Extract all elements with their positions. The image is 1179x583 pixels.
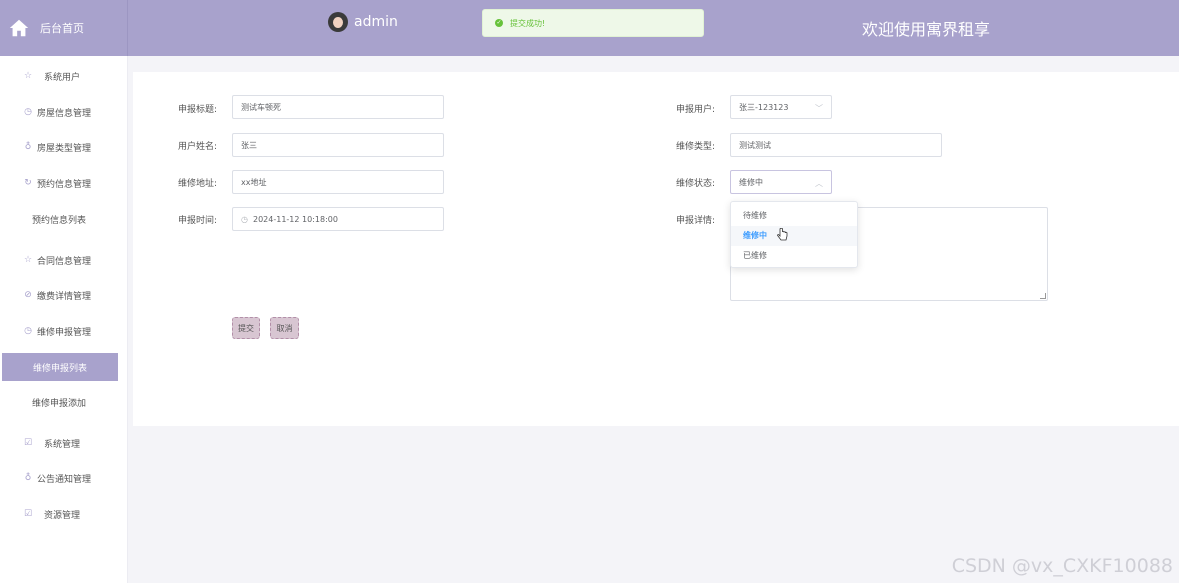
sidebar-item-label: 房屋信息管理 xyxy=(37,108,92,119)
chevron-down-icon: ﹀ xyxy=(815,104,823,113)
clock-icon: ◷ xyxy=(241,214,248,224)
clock-icon: ◷ xyxy=(24,107,32,117)
sidebar-item-label: 公告通知管理 xyxy=(37,474,92,485)
sidebar-item-system-manage[interactable]: ☑ 系统管理 xyxy=(0,429,128,457)
name-input[interactable]: 张三 xyxy=(232,133,444,157)
status-option[interactable]: 待维修 xyxy=(731,206,857,226)
address-input[interactable]: xx地址 xyxy=(232,170,444,194)
home-icon xyxy=(9,19,29,37)
user-label: 申报用户: xyxy=(676,105,716,115)
sidebar-item-notice[interactable]: ♁ 公告通知管理 xyxy=(0,464,128,492)
sidebar-item-label: 系统用户 xyxy=(44,72,81,83)
top-header: 后台首页 admin ✓ 提交成功! 欢迎使用寓界租享 xyxy=(0,0,1179,56)
time-value: 2024-11-12 10:18:00 xyxy=(252,214,338,224)
detail-label: 申报详情: xyxy=(676,216,716,226)
status-option[interactable]: 已维修 xyxy=(731,246,857,266)
sidebar-item-label: 维修申报管理 xyxy=(37,327,92,338)
sidebar-item-label: 预约信息管理 xyxy=(37,179,92,190)
submit-button[interactable]: 提交 xyxy=(232,317,260,339)
sidebar-item-label: 系统管理 xyxy=(44,439,81,450)
check-circle-icon: ⊘ xyxy=(24,290,32,300)
check-circle-icon: ✓ xyxy=(495,19,503,27)
success-toast: ✓ 提交成功! xyxy=(482,9,704,37)
status-option-selected[interactable]: 维修中 xyxy=(731,226,857,246)
address-value: xx地址 xyxy=(241,177,267,187)
title-value: 测试车顿死 xyxy=(241,102,281,112)
sidebar-item-label: 预约信息列表 xyxy=(32,215,87,226)
status-value: 维修中 xyxy=(739,177,763,187)
type-label: 维修类型: xyxy=(676,142,716,152)
sidebar-item-repair-add[interactable]: 维修申报添加 xyxy=(0,388,128,416)
star-icon: ☆ xyxy=(23,255,33,265)
sidebar-item-payment[interactable]: ⊘ 缴费详情管理 xyxy=(0,281,128,309)
hand-cursor-icon xyxy=(777,228,788,241)
time-picker[interactable]: ◷ 2024-11-12 10:18:00 xyxy=(232,207,444,231)
toast-message: 提交成功! xyxy=(510,18,546,28)
sidebar-item-resource[interactable]: ☑ 资源管理 xyxy=(0,500,128,528)
clock-icon: ◷ xyxy=(24,326,32,336)
welcome-title: 欢迎使用寓界租享 xyxy=(862,20,991,39)
watermark: CSDN @vx_CXKF10088 xyxy=(951,555,1173,577)
sidebar-item-house-info[interactable]: ◷ 房屋信息管理 xyxy=(0,98,128,126)
home-link[interactable]: 后台首页 xyxy=(0,0,128,56)
sidebar-item-label: 维修申报添加 xyxy=(32,398,87,409)
star-icon: ☆ xyxy=(23,71,33,81)
chevron-up-icon: ︿ xyxy=(815,179,823,188)
sidebar-item-repair-list[interactable]: 维修申报列表 xyxy=(2,353,118,381)
sidebar-item-label: 房屋类型管理 xyxy=(37,143,92,154)
home-label: 后台首页 xyxy=(40,22,84,35)
time-label: 申报时间: xyxy=(178,216,218,226)
name-value: 张三 xyxy=(241,140,257,150)
title-input[interactable]: 测试车顿死 xyxy=(232,95,444,119)
avatar xyxy=(328,12,348,32)
trash-icon: ♁ xyxy=(24,473,32,483)
sidebar-item-reservation-list[interactable]: 预约信息列表 xyxy=(0,205,128,233)
sidebar-item-system-users[interactable]: ☆ 系统用户 xyxy=(0,62,128,90)
sidebar-item-contract[interactable]: ☆ 合同信息管理 xyxy=(0,246,128,274)
user-select[interactable]: 张三-123123 ﹀ xyxy=(730,95,832,119)
sidebar-item-label: 缴费详情管理 xyxy=(37,291,92,302)
sidebar-item-reservation[interactable]: ↻ 预约信息管理 xyxy=(0,169,128,197)
trash-icon: ♁ xyxy=(24,142,32,152)
sidebar-item-label: 资源管理 xyxy=(44,510,81,521)
name-label: 用户姓名: xyxy=(178,142,218,152)
status-dropdown: 待维修 维修中 已维修 xyxy=(730,201,858,268)
checkbox-icon: ☑ xyxy=(23,438,33,448)
checkbox-icon: ☑ xyxy=(23,509,33,519)
resize-handle-icon[interactable] xyxy=(1040,293,1046,299)
address-label: 维修地址: xyxy=(178,179,218,189)
user-info[interactable]: admin xyxy=(328,12,398,32)
type-value: 测试测试 xyxy=(739,140,771,150)
status-label: 维修状态: xyxy=(676,179,716,189)
sidebar: ☆ 系统用户 ◷ 房屋信息管理 ♁ 房屋类型管理 ↻ 预约信息管理 预约信息列表… xyxy=(0,56,128,583)
type-input[interactable]: 测试测试 xyxy=(730,133,942,157)
sidebar-item-label: 维修申报列表 xyxy=(32,363,87,374)
user-value: 张三-123123 xyxy=(739,102,789,112)
sidebar-item-label: 合同信息管理 xyxy=(37,256,92,267)
title-label: 申报标题: xyxy=(178,105,218,115)
refresh-icon: ↻ xyxy=(24,178,32,188)
status-select[interactable]: 维修中 ︿ xyxy=(730,170,832,194)
sidebar-item-repair[interactable]: ◷ 维修申报管理 xyxy=(0,317,128,345)
username: admin xyxy=(354,14,398,30)
sidebar-item-house-type[interactable]: ♁ 房屋类型管理 xyxy=(0,133,128,161)
cancel-button[interactable]: 取消 xyxy=(270,317,299,339)
